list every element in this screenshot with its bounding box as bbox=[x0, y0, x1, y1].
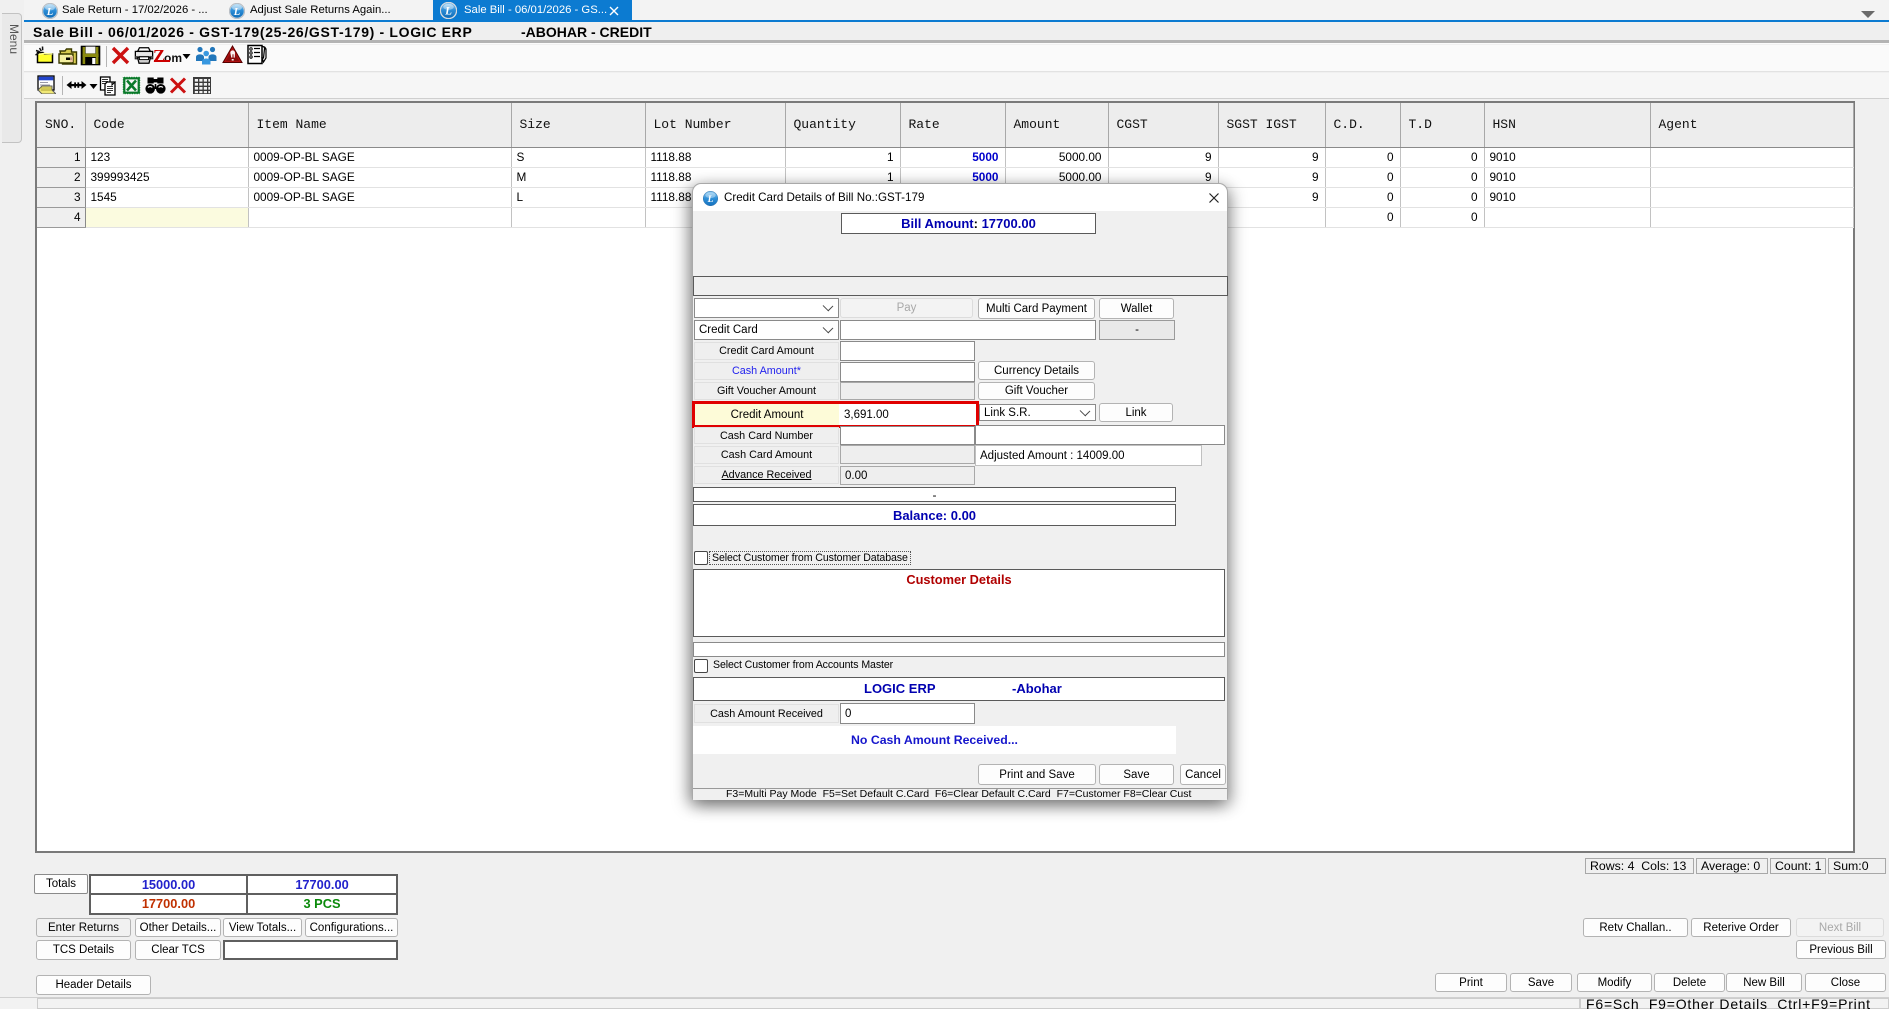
svg-text:L: L bbox=[46, 7, 53, 18]
svg-text:L: L bbox=[233, 7, 240, 18]
svg-text:L: L bbox=[444, 6, 452, 18]
svg-text:L: L bbox=[707, 195, 714, 205]
